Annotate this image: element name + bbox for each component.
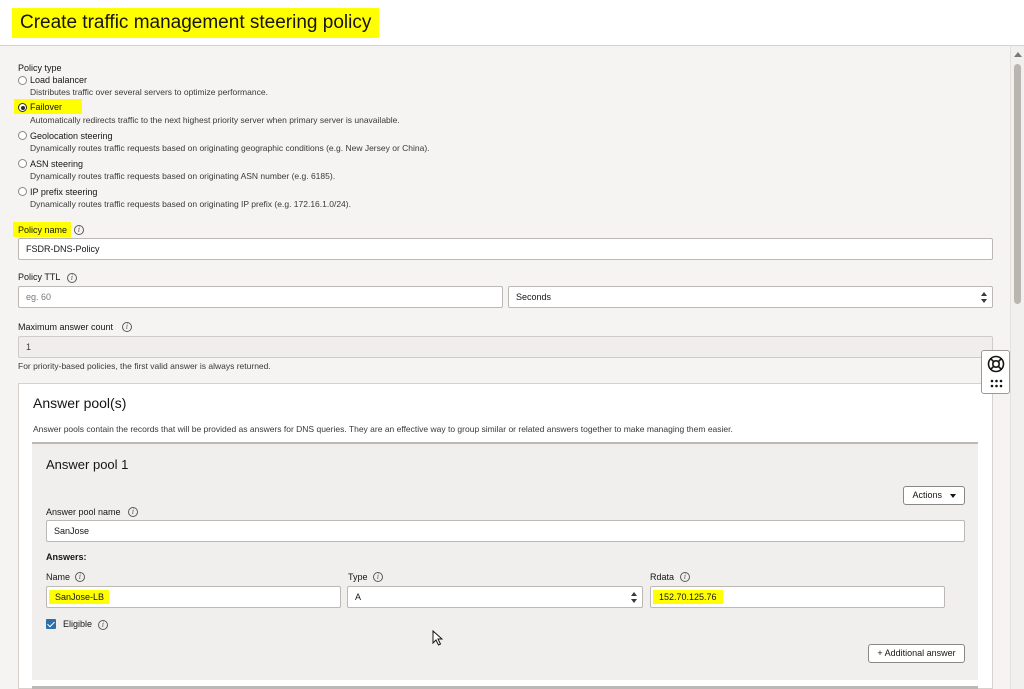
info-icon[interactable]: i	[128, 507, 138, 517]
max-answer-label: Maximum answer count	[18, 322, 114, 332]
option-description: Dynamically routes traffic requests base…	[30, 171, 336, 181]
radio-button[interactable]	[18, 159, 27, 168]
chevron-updown-icon	[631, 592, 637, 603]
eligible-label: Eligible	[63, 619, 93, 629]
vertical-scrollbar[interactable]	[1010, 46, 1024, 689]
actions-button[interactable]: Actions	[903, 486, 965, 505]
info-icon[interactable]: i	[680, 572, 690, 582]
option-description: Dynamically routes traffic requests base…	[30, 143, 430, 153]
answer-pools-description: Answer pools contain the records that wi…	[33, 424, 733, 434]
ttl-unit-select[interactable]: Seconds	[508, 286, 993, 308]
scroll-up-icon[interactable]	[1014, 52, 1022, 57]
answers-label: Answers:	[46, 552, 87, 562]
ttl-unit-value: Seconds	[516, 292, 552, 302]
option-title[interactable]: Load balancer	[30, 75, 87, 86]
option-title[interactable]: IP prefix steering	[30, 187, 97, 198]
answer-type-label: Type	[348, 572, 368, 582]
answer-pool-name-input[interactable]: SanJose	[46, 520, 965, 542]
answer-pool-name-label: Answer pool name	[46, 507, 121, 517]
answer-rdata-input[interactable]: 152.70.125.76	[650, 586, 945, 608]
help-widget[interactable]	[981, 350, 1010, 394]
mouse-cursor-icon	[432, 630, 443, 646]
info-icon[interactable]: i	[98, 620, 108, 630]
eligible-checkbox[interactable]	[46, 619, 56, 629]
answer-name-label: Name	[46, 572, 71, 582]
answer-rdata-label: Rdata	[650, 572, 675, 582]
form-content: Policy type Load balancer Distributes tr…	[0, 46, 1010, 689]
additional-answer-button[interactable]: + Additional answer	[868, 644, 965, 663]
answer-pool-title: Answer pool 1	[46, 457, 129, 472]
policy-ttl-label: Policy TTL	[18, 272, 61, 282]
answer-name-input[interactable]: SanJose-LB	[46, 586, 341, 608]
answer-pools-title: Answer pool(s)	[33, 395, 127, 411]
info-icon[interactable]: i	[122, 322, 132, 332]
option-description: Distributes traffic over several servers…	[30, 87, 268, 97]
info-icon[interactable]: i	[74, 225, 84, 235]
answer-type-value: A	[355, 592, 362, 602]
caret-down-icon	[949, 493, 956, 498]
page-header: Create traffic management steering polic…	[0, 0, 1024, 46]
option-title[interactable]: Failover	[30, 102, 62, 113]
radio-button[interactable]	[18, 103, 27, 112]
lifebuoy-icon[interactable]	[987, 355, 1005, 373]
option-title[interactable]: ASN steering	[30, 159, 83, 170]
scrollbar-thumb[interactable]	[1014, 64, 1021, 304]
chevron-updown-icon	[981, 292, 987, 303]
info-icon[interactable]: i	[75, 572, 85, 582]
page-title: Create traffic management steering polic…	[12, 8, 380, 38]
radio-button[interactable]	[18, 131, 27, 140]
policy-name-input[interactable]: FSDR-DNS-Policy	[18, 238, 993, 260]
answer-type-select[interactable]: A	[347, 586, 643, 608]
option-title[interactable]: Geolocation steering	[30, 131, 113, 142]
policy-type-label: Policy type	[18, 63, 62, 73]
max-answer-input: 1	[18, 336, 993, 358]
radio-button[interactable]	[18, 76, 27, 85]
option-description: Dynamically routes traffic requests base…	[30, 199, 351, 209]
actions-label: Actions	[912, 490, 942, 500]
answer-pool-1	[32, 442, 978, 680]
info-icon[interactable]: i	[373, 572, 383, 582]
radio-button[interactable]	[18, 187, 27, 196]
answer-rdata-value: 152.70.125.76	[653, 590, 723, 604]
apps-grid-icon[interactable]	[990, 379, 1003, 388]
info-icon[interactable]: i	[67, 273, 77, 283]
answer-name-value: SanJose-LB	[49, 590, 110, 604]
policy-name-label: Policy name	[18, 225, 68, 235]
policy-ttl-input[interactable]: eg. 60	[18, 286, 503, 308]
max-answer-hint: For priority-based policies, the first v…	[18, 361, 271, 371]
option-description: Automatically redirects traffic to the n…	[30, 115, 400, 125]
